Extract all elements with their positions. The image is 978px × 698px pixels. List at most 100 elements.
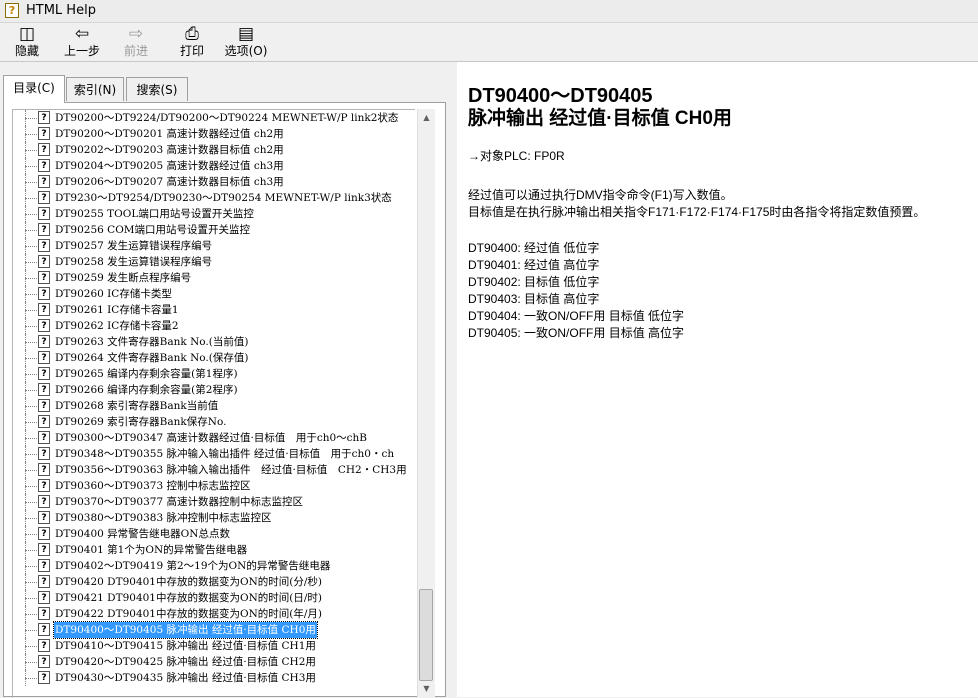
tree-item[interactable]: ? DT90360～DT90373 控制中标志监控区 [13, 478, 415, 494]
tree-item[interactable]: ? DT90202～DT90203 高速计数器目标值 ch2用 [13, 142, 415, 158]
tree-connector [25, 550, 39, 551]
tree-item-label: DT90200～DT90201 高速计数器经过值 ch2用 [55, 128, 284, 140]
tree-item[interactable]: ? DT90410～DT90415 脉冲输出 经过值·目标值 CH1用 [13, 638, 415, 654]
tab-contents[interactable]: 目录(C) [3, 75, 65, 103]
tree-item[interactable]: ? DT90256 COM端口用站号设置开关监控 [13, 222, 415, 238]
tree-item[interactable]: ? DT90260 IC存储卡类型 [13, 286, 415, 302]
tree-item-label: DT90259 发生断点程序编号 [55, 272, 192, 284]
tree-item-label: DT90360～DT90373 控制中标志监控区 [55, 480, 251, 492]
tree-item[interactable]: ? DT90400 异常警告继电器ON总点数 [13, 526, 415, 542]
tree-connector [25, 630, 39, 631]
scroll-down-icon[interactable]: ▼ [418, 680, 435, 697]
tree-item[interactable]: ? DT90263 文件寄存器Bank No.(当前值) [13, 334, 415, 350]
topic-subtitle: 脉冲输出 经过值·目标值 CH0用 [468, 108, 732, 129]
help-page-icon: ? [38, 271, 50, 284]
help-page-icon: ? [38, 447, 50, 460]
tree-item-label: DT90401 第1个为ON的异常警告继电器 [55, 544, 248, 556]
help-page-icon: ? [38, 623, 50, 636]
toolbar: ◫ 隐藏 ⇦ 上一步 ⇨ 前进 ⎙ 打印 ▤ 选项(O) [0, 23, 978, 62]
tree-item[interactable]: ? DT90421 DT90401中存放的数据变为ON的时间(日/时) [13, 590, 415, 606]
tree-item-label: DT90206～DT90207 高速计数器目标值 ch3用 [55, 176, 284, 188]
tree-item-label: DT90420 DT90401中存放的数据变为ON的时间(分/秒) [55, 576, 323, 588]
back-button[interactable]: ⇦ 上一步 [60, 24, 104, 60]
tree-item-label: DT90422 DT90401中存放的数据变为ON的时间(年/月) [55, 608, 323, 620]
tree-item[interactable]: ? DT90204～DT90205 高速计数器经过值 ch3用 [13, 158, 415, 174]
tree-connector [25, 678, 39, 679]
options-button[interactable]: ▤ 选项(O) [222, 24, 270, 60]
tree-item[interactable]: ? DT90257 发生运算错误程序编号 [13, 238, 415, 254]
description-line-2: 目标值是在执行脉冲输出相关指令F171·F172·F174·F175时由各指令将… [468, 205, 926, 219]
tree-connector [25, 342, 39, 343]
tree-connector [25, 230, 39, 231]
navigation-pane: 目录(C) 索引(N) 搜索(S) ? DT90200～DT9224/DT9020… [0, 62, 449, 698]
scroll-up-icon[interactable]: ▲ [418, 109, 435, 126]
help-page-icon: ? [38, 367, 50, 380]
tree-item-label: DT90262 IC存储卡容量2 [55, 320, 179, 332]
help-app-icon: ? [5, 3, 19, 18]
help-page-icon: ? [38, 319, 50, 332]
tree-item[interactable]: ? DT90380～DT90383 脉冲控制中标志监控区 [13, 510, 415, 526]
help-page-icon: ? [38, 543, 50, 556]
print-button[interactable]: ⎙ 打印 [174, 24, 210, 60]
tree-item[interactable]: ? DT90259 发生断点程序编号 [13, 270, 415, 286]
tree-connector [25, 422, 39, 423]
scrollbar-thumb[interactable] [419, 589, 433, 681]
help-page-icon: ? [38, 511, 50, 524]
tree-scrollbar[interactable]: ▲ ▼ [417, 109, 435, 697]
hide-button[interactable]: ◫ 隐藏 [10, 24, 44, 60]
options-icon: ▤ [237, 24, 255, 44]
tree-item[interactable]: ? DT90206～DT90207 高速计数器目标值 ch3用 [13, 174, 415, 190]
tree-item[interactable]: ? DT9230～DT9254/DT90230～DT90254 MEWNET-W/… [13, 190, 415, 206]
tree-item[interactable]: ? DT90264 文件寄存器Bank No.(保存值) [13, 350, 415, 366]
tree-item-label: DT90255 TOOL端口用站号设置开关监控 [55, 208, 254, 220]
tree-item[interactable]: ? DT90262 IC存储卡容量2 [13, 318, 415, 334]
tree-connector [25, 454, 39, 455]
tree-item[interactable]: ? DT90300～DT90347 高速计数器经过值·目标值 用于ch0～chB [13, 430, 415, 446]
tree-item[interactable]: ? DT90261 IC存储卡容量1 [13, 302, 415, 318]
tree-connector [25, 582, 39, 583]
tree-item[interactable]: ? DT90356～DT90363 脉冲输入输出插件 经过值·目标值 CH2・CH… [13, 462, 415, 478]
tree-item[interactable]: ? DT90268 索引寄存器Bank当前值 [13, 398, 415, 414]
help-page-icon: ? [38, 111, 50, 124]
tree-item[interactable]: ? DT90420 DT90401中存放的数据变为ON的时间(分/秒) [13, 574, 415, 590]
help-page-icon: ? [38, 143, 50, 156]
help-page-icon: ? [38, 607, 50, 620]
tree-item[interactable]: ? DT90348～DT90355 脉冲输入输出插件 经过值·目标值 用于ch0・… [13, 446, 415, 462]
tree-item-label: DT9230～DT9254/DT90230～DT90254 MEWNET-W/P… [55, 192, 392, 204]
tree-item[interactable]: ? DT90265 编译内存剩余容量(第1程序) [13, 366, 415, 382]
help-page-icon: ? [38, 159, 50, 172]
tree-item[interactable]: ? DT90266 编译内存剩余容量(第2程序) [13, 382, 415, 398]
help-page-icon: ? [38, 335, 50, 348]
tree-item[interactable]: ? DT90200～DT90201 高速计数器经过值 ch2用 [13, 126, 415, 142]
tree-item-label: DT90380～DT90383 脉冲控制中标志监控区 [55, 512, 272, 524]
tree-item[interactable]: ? DT90258 发生运算错误程序编号 [13, 254, 415, 270]
tree-item[interactable]: ? DT90370～DT90377 高速计数器控制中标志监控区 [13, 494, 415, 510]
forward-button[interactable]: ⇨ 前进 [118, 24, 154, 60]
tree-item-label: DT90200～DT9224/DT90200～DT90224 MEWNET-W/… [55, 112, 399, 124]
tree-item[interactable]: ? DT90401 第1个为ON的异常警告继电器 [13, 542, 415, 558]
tree-item[interactable]: ? DT90269 索引寄存器Bank保存No. [13, 414, 415, 430]
register-line: DT90405: 一致ON/OFF用 目标值 高位字 [468, 326, 685, 340]
tree-item[interactable]: ? DT90400～DT90405 脉冲输出 经过值·目标值 CH0用 [13, 621, 415, 639]
tree-item[interactable]: ? DT90200～DT9224/DT90200～DT90224 MEWNET-W… [13, 110, 415, 126]
tree-item[interactable]: ? DT90430～DT90435 脉冲输出 经过值·目标值 CH3用 [13, 670, 415, 686]
tree-item-label: DT90258 发生运算错误程序编号 [55, 256, 213, 268]
tree-item[interactable]: ? DT90420～DT90425 脉冲输出 经过值·目标值 CH2用 [13, 654, 415, 670]
tree-connector [25, 374, 39, 375]
help-page-icon: ? [38, 559, 50, 572]
tree-item[interactable]: ? DT90402～DT90419 第2～19个为ON的异常警告继电器 [13, 558, 415, 574]
tree-item[interactable]: ? DT90422 DT90401中存放的数据变为ON的时间(年/月) [13, 606, 415, 622]
tree-connector [25, 614, 39, 615]
tab-search[interactable]: 搜索(S) [126, 77, 188, 101]
tree-item-label: DT90268 索引寄存器Bank当前值 [55, 400, 219, 412]
title-bar: ? HTML Help [0, 0, 978, 23]
tree-connector [25, 486, 39, 487]
contents-tree: ? DT90200～DT9224/DT90200～DT90224 MEWNET-W… [12, 109, 415, 698]
help-page-icon: ? [38, 431, 50, 444]
tree-connector [25, 646, 39, 647]
help-page-icon: ? [38, 351, 50, 364]
tree-item-label: DT90204～DT90205 高速计数器经过值 ch3用 [55, 160, 284, 172]
tree-item[interactable]: ? DT90255 TOOL端口用站号设置开关监控 [13, 206, 415, 222]
tab-index[interactable]: 索引(N) [66, 77, 124, 101]
tree-item-label: DT90265 编译内存剩余容量(第1程序) [55, 368, 238, 380]
